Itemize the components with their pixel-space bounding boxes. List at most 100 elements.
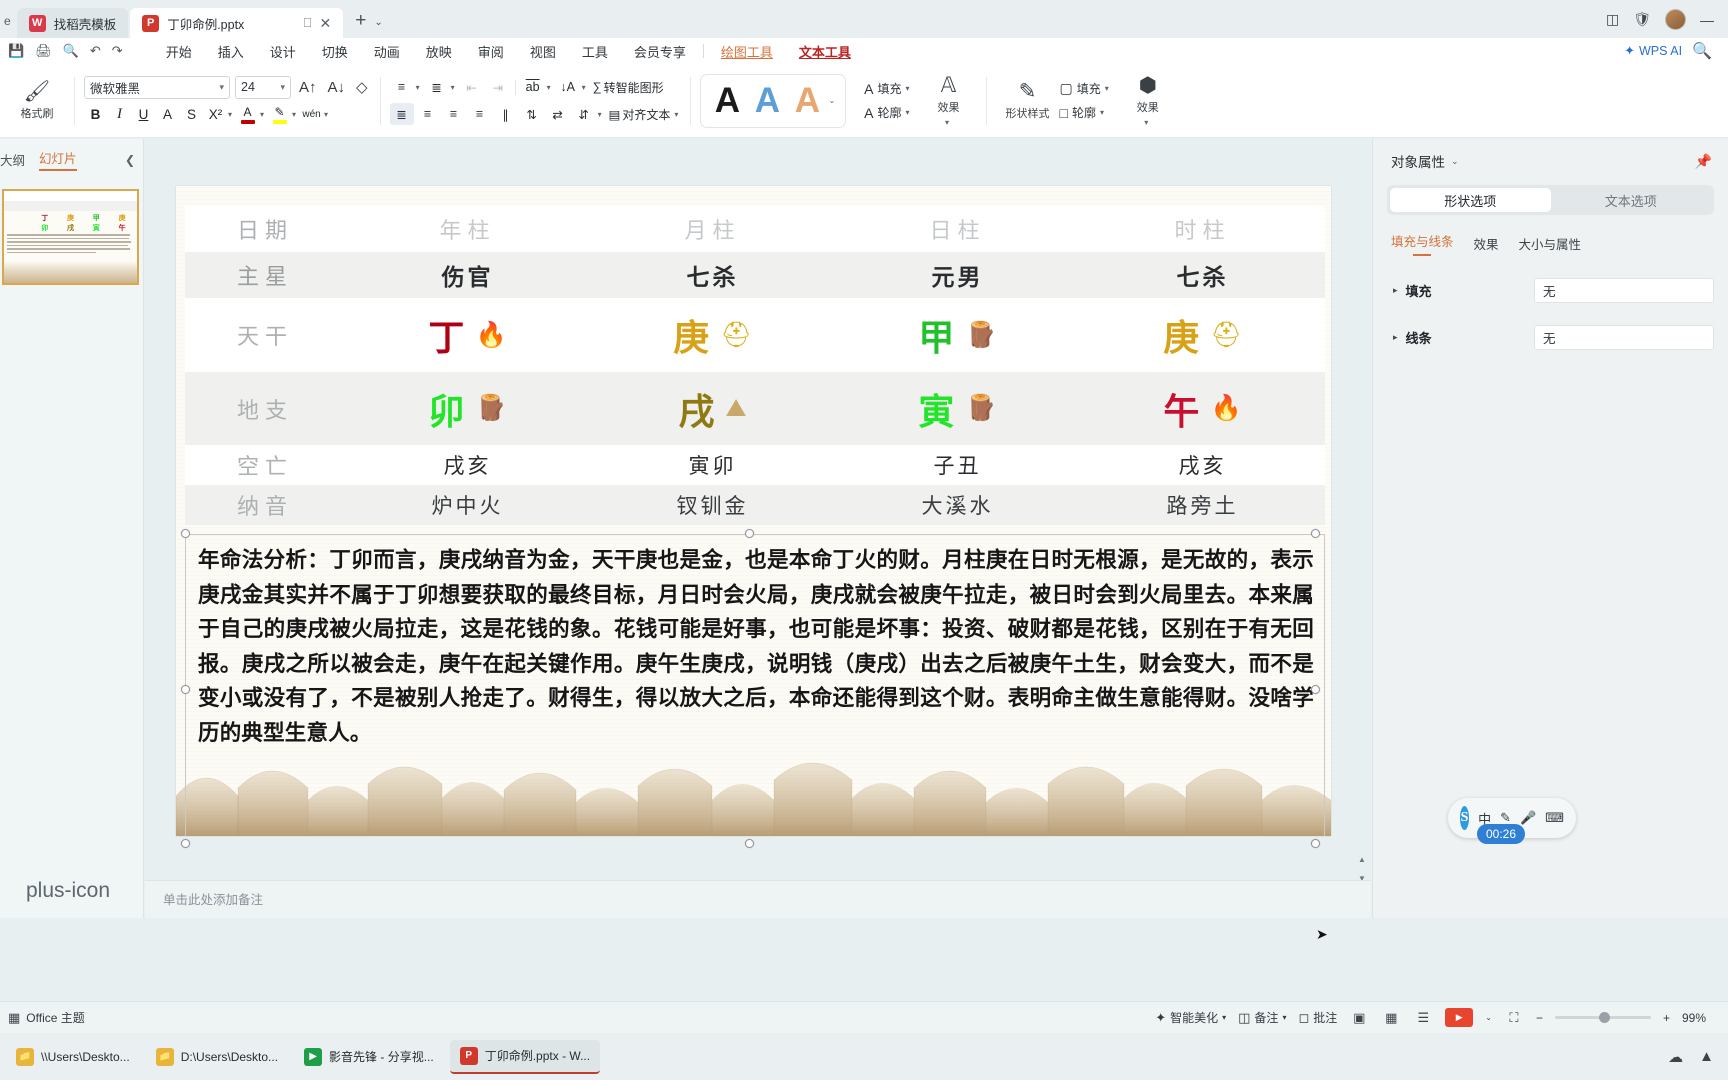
notes-toggle-button[interactable]: ◫ 备注 ▾ xyxy=(1238,1009,1286,1026)
taskbar-item-explorer-2[interactable]: 📁 D:\Users\Deskto... xyxy=(146,1040,288,1074)
chevron-down-icon[interactable]: ▾ xyxy=(260,110,267,119)
chevron-down-icon[interactable]: ▾ xyxy=(451,83,458,92)
wordart-style-1[interactable]: A xyxy=(708,81,746,121)
italic-button[interactable]: I xyxy=(108,104,131,126)
tab-outline[interactable]: 大纲 xyxy=(0,150,25,169)
chevron-down-icon[interactable]: ▾ xyxy=(582,83,589,92)
align-justify-icon[interactable]: ≡ xyxy=(468,103,492,125)
tab-shape-options[interactable]: 形状选项 xyxy=(1390,188,1551,212)
normal-view-icon[interactable]: ▣ xyxy=(1349,1009,1369,1027)
increase-indent-icon[interactable]: ⇥ xyxy=(486,76,510,98)
chevron-down-icon[interactable]: ▾ xyxy=(906,108,913,117)
tab-slideshow[interactable]: 放映 xyxy=(413,40,465,63)
chevron-left-icon[interactable]: ❮ xyxy=(125,153,135,167)
pinyin-guide-button[interactable]: wén xyxy=(300,104,323,126)
selection-handle-ml[interactable] xyxy=(181,685,190,694)
align-right-icon[interactable]: ≡ xyxy=(442,103,466,125)
paragraph-spacing-icon[interactable]: ⇅ xyxy=(520,103,544,125)
tab-drawing-tools[interactable]: 绘图工具 xyxy=(708,40,786,63)
chevron-down-icon[interactable]: ▾ xyxy=(292,110,299,119)
present-monitor-icon[interactable]: ⎕ xyxy=(304,15,312,31)
increase-font-size-icon[interactable]: A↑ xyxy=(296,79,320,96)
bazi-table[interactable]: 日期 年柱 月柱 日柱 时柱 主星 伤官 七杀 元男 七杀 天干 丁 🔥 庚 ⛑… xyxy=(185,206,1325,525)
tab-review[interactable]: 审阅 xyxy=(465,40,517,63)
underline-button[interactable]: U xyxy=(132,104,155,126)
chevron-down-icon[interactable]: ▾ xyxy=(1222,1013,1226,1022)
bold-button[interactable]: B xyxy=(84,104,107,126)
print-icon[interactable]: 🖨 xyxy=(35,43,52,59)
redo-icon[interactable]: ↷ xyxy=(112,43,123,59)
reading-view-icon[interactable]: ☰ xyxy=(1413,1009,1433,1027)
decrease-indent-icon[interactable]: ⇤ xyxy=(460,76,484,98)
zoom-slider[interactable] xyxy=(1554,1012,1651,1023)
zoom-level-label[interactable]: 99% xyxy=(1682,1011,1716,1025)
shield-icon[interactable]: 🛡 xyxy=(1633,11,1651,28)
chevron-down-icon[interactable]: ▾ xyxy=(219,82,224,93)
zoom-out-button[interactable]: − xyxy=(1536,1011,1543,1025)
smart-beautify-button[interactable]: ✦ 智能美化 ▾ xyxy=(1155,1009,1226,1026)
wordart-style-3[interactable]: A xyxy=(788,81,826,121)
align-center-icon[interactable]: ≡ xyxy=(416,103,440,125)
comments-button[interactable]: ◻ 批注 xyxy=(1298,1009,1337,1026)
selection-handle-br[interactable] xyxy=(1311,839,1320,848)
expand-triangle-icon[interactable]: ▸ xyxy=(1393,285,1398,296)
expand-triangle-icon[interactable]: ▸ xyxy=(1393,332,1398,343)
tab-text-tools[interactable]: 文本工具 xyxy=(786,40,864,63)
chevron-down-icon[interactable]: ▾ xyxy=(1105,84,1112,93)
chevron-down-icon[interactable]: ▾ xyxy=(1100,108,1107,117)
font-color-button[interactable]: A xyxy=(236,104,259,126)
wps-ai-button[interactable]: ✦ WPS AI xyxy=(1624,43,1682,59)
tab-animations[interactable]: 动画 xyxy=(361,40,413,63)
shape-style-button[interactable]: ✎ 形状样式 xyxy=(996,81,1060,121)
subtab-fill-and-line[interactable]: 填充与线条 xyxy=(1391,231,1454,256)
search-icon[interactable]: 🔍 xyxy=(1692,41,1712,61)
chevron-down-icon[interactable]: ▾ xyxy=(598,110,605,119)
tab-transitions[interactable]: 切换 xyxy=(309,40,361,63)
slide-sorter-icon[interactable]: ▦ xyxy=(1381,1009,1401,1027)
tab-home[interactable]: 开始 xyxy=(153,40,205,63)
wordart-style-2[interactable]: A xyxy=(748,81,786,121)
zoom-in-button[interactable]: + xyxy=(1663,1011,1670,1025)
chevron-down-icon[interactable]: ▾ xyxy=(1282,1013,1286,1022)
taskbar-item-wps-presentation[interactable]: P 丁卯命例.pptx - W... xyxy=(449,1039,601,1074)
chevron-down-icon[interactable]: ▾ xyxy=(945,118,952,127)
tab-slides[interactable]: 幻灯片 xyxy=(39,148,77,171)
save-icon[interactable]: 💾 xyxy=(8,43,24,59)
chevron-down-icon[interactable]: ▾ xyxy=(324,110,331,119)
find-icon[interactable]: 🔍 xyxy=(63,43,79,59)
convert-to-smartart-button[interactable]: ∑ 转智能图形 xyxy=(591,76,666,98)
text-direction-icon[interactable]: ab xyxy=(521,76,545,98)
close-icon[interactable]: ✕ xyxy=(319,15,331,32)
subtab-effects[interactable]: 效果 xyxy=(1474,234,1499,253)
tab-insert[interactable]: 插入 xyxy=(205,40,257,63)
sort-icon[interactable]: ↓A xyxy=(556,76,580,98)
text-outline-button[interactable]: A 轮廓 ▾ xyxy=(864,104,912,121)
slide-body-text[interactable]: 年命法分析：丁卯而言，庚戌纳音为金，天干庚也是金，也是本命丁火的财。月柱庚在日时… xyxy=(186,535,1324,750)
status-theme[interactable]: ▦ Office 主题 xyxy=(0,1009,85,1026)
undo-icon[interactable]: ↶ xyxy=(90,43,101,59)
tray-up-icon[interactable]: ▲ xyxy=(1699,1048,1714,1065)
chevron-down-icon[interactable]: ▾ xyxy=(547,83,554,92)
decrease-font-size-icon[interactable]: A↓ xyxy=(325,79,349,96)
tab-design[interactable]: 设计 xyxy=(257,40,309,63)
zoom-slider-knob[interactable] xyxy=(1598,1012,1610,1023)
previous-slide-icon[interactable]: ▲ xyxy=(1358,855,1366,864)
notes-pane[interactable]: 单击此处添加备注 xyxy=(145,880,1371,918)
line-spacing-icon[interactable]: ⇵ xyxy=(572,103,596,125)
clear-formatting-icon[interactable]: ◇ xyxy=(353,78,371,96)
superscript-button[interactable]: X² xyxy=(204,104,227,126)
text-effects-button[interactable]: 𝔸 效果 ▾ xyxy=(921,75,977,127)
selection-handle-mr[interactable] xyxy=(1311,685,1320,694)
chevron-down-icon[interactable]: ▾ xyxy=(228,110,235,119)
new-tab-caret-icon[interactable]: ⌄ xyxy=(372,17,382,38)
slide-thumbnail-1[interactable]: 丁 庚 甲 庚 卯 戌 寅 午 xyxy=(2,189,139,285)
align-left-icon[interactable]: ≣ xyxy=(389,103,414,125)
character-border-button[interactable]: A xyxy=(156,104,179,126)
line-value-dropdown[interactable]: 无 xyxy=(1534,325,1714,350)
numbered-list-icon[interactable]: ≣ xyxy=(425,76,449,98)
fit-slide-icon[interactable]: ⛶ xyxy=(1504,1009,1524,1027)
text-highlight-button[interactable]: ✎ xyxy=(268,104,291,126)
taskbar-item-explorer-1[interactable]: 📁 \\Users\Deskto... xyxy=(6,1040,140,1074)
bulleted-list-icon[interactable]: ≡ xyxy=(390,76,414,98)
text-fill-button[interactable]: A 填充 ▾ xyxy=(864,80,912,97)
